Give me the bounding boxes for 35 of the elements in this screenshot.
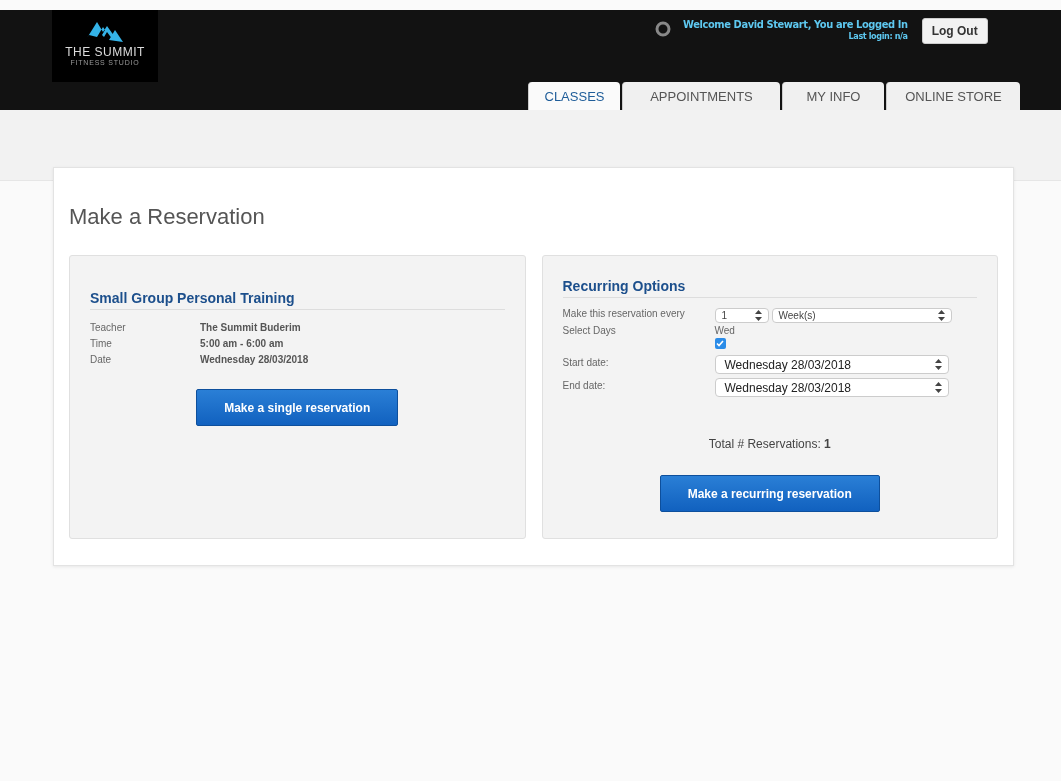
field-label: Make this reservation every <box>562 308 686 319</box>
detail-label: Time <box>90 338 113 349</box>
spinner-icon <box>655 21 671 37</box>
detail-value: The Summit Buderim <box>200 322 302 333</box>
detail-value: Wednesday 28/03/2018 <box>200 354 310 365</box>
detail-label: Date <box>90 354 113 365</box>
nav-tab[interactable]: APPOINTMENTS <box>622 82 780 110</box>
nav-tab[interactable]: MY INFO <box>782 82 884 110</box>
recurring-title: Recurring Options <box>562 278 977 298</box>
field-label: Start date: <box>562 357 610 368</box>
last-login-text: Last login: n/a <box>848 31 908 41</box>
total-reservations-text: Total # Reservations: 1 <box>707 437 832 451</box>
select-field[interactable]: Wednesday 28/03/2018 <box>714 355 949 374</box>
recurring-reservation-button[interactable]: Make a recurring reservation <box>659 475 880 512</box>
nav-tab[interactable]: ONLINE STORE <box>886 82 1020 110</box>
select-arrow-icon <box>934 359 942 370</box>
select-arrow-icon <box>937 310 945 321</box>
select-arrow-icon <box>754 310 762 321</box>
single-reservation-button[interactable]: Make a single reservation <box>196 389 399 426</box>
field-label: End date: <box>562 380 607 391</box>
select-arrow-icon <box>934 382 942 393</box>
logout-button[interactable]: Log Out <box>921 18 988 44</box>
select-field[interactable]: 1 <box>714 308 769 323</box>
day-label: Wed <box>714 325 735 336</box>
day-checkbox[interactable] <box>714 338 726 349</box>
field-label: Select Days <box>562 325 617 336</box>
page-title: Make a Reservation <box>69 204 266 230</box>
nav-tab[interactable]: CLASSES <box>528 82 620 110</box>
detail-label: Teacher <box>90 322 127 333</box>
logo-text: THE SUMMIT <box>65 46 145 58</box>
class-title: Small Group Personal Training <box>90 290 505 310</box>
welcome-text: Welcome David Stewart, You are Logged In <box>683 18 908 31</box>
detail-value: 5:00 am - 6:00 am <box>200 338 285 349</box>
select-field[interactable]: Week(s) <box>771 308 952 323</box>
select-field[interactable]: Wednesday 28/03/2018 <box>714 378 949 397</box>
